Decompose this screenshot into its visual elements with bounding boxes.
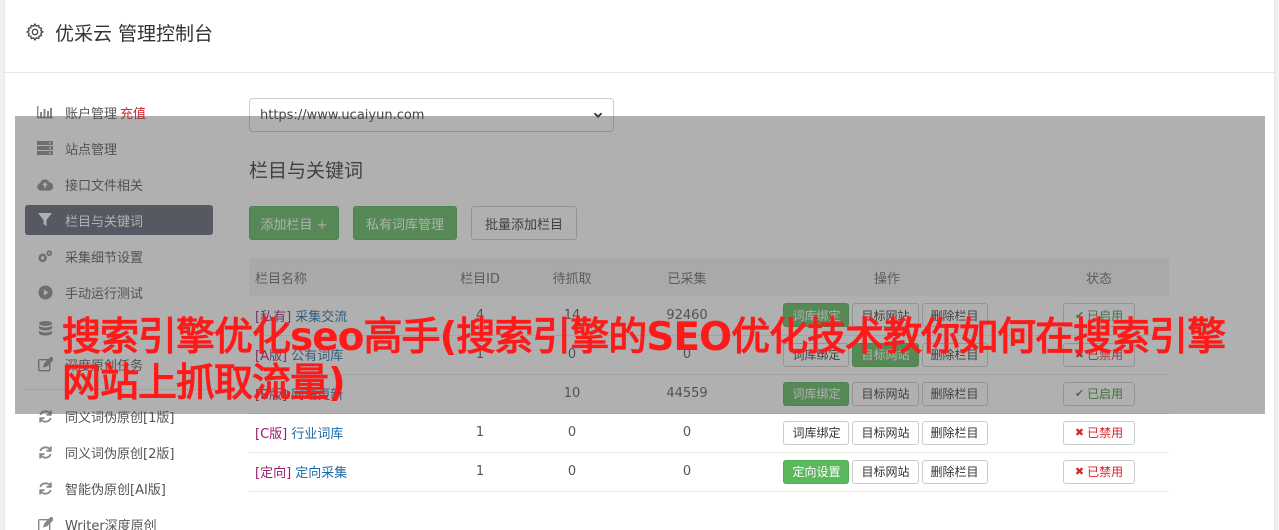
row-name[interactable]: 行业词库 [291, 427, 343, 442]
row-collected: 0 [629, 413, 745, 453]
row-action-button[interactable]: 定向设置 [783, 459, 850, 484]
status-badge[interactable]: ✖ 已禁用 [1063, 459, 1135, 484]
close-icon: ✖ [1074, 465, 1085, 478]
status-label: 已禁用 [1087, 426, 1124, 440]
page-title: 优采云 管理控制台 [55, 23, 214, 45]
row-status-cell: ✖ 已禁用 [1029, 413, 1169, 453]
row-action-button[interactable]: 删除栏目 [921, 459, 988, 484]
row-name-cell[interactable]: [C版] 行业词库 [249, 413, 445, 453]
row-action-button[interactable]: 目标网站 [852, 420, 919, 445]
row-status-cell: ✖ 已禁用 [1029, 452, 1169, 492]
status-badge[interactable]: ✖ 已禁用 [1063, 420, 1135, 445]
sidebar-item-ai-rewrite[interactable]: 智能伪原创[AI版] [25, 470, 215, 506]
gear-icon [25, 22, 45, 42]
refresh-icon [37, 444, 53, 460]
table-row: [定向] 定向采集 1 0 0 定向设置 目标网站 删除栏目 ✖ 已禁用 [249, 452, 1169, 492]
row-pending: 0 [515, 452, 629, 492]
row-pending: 0 [515, 413, 629, 453]
sidebar-item-label: Writer深度原创 [65, 518, 157, 530]
sidebar-item-label: 同义词伪原创[2版] [65, 446, 175, 462]
row-id: 1 [445, 413, 515, 453]
row-name[interactable]: 定向采集 [295, 466, 347, 481]
row-id: 1 [445, 452, 515, 492]
sidebar-item-writer[interactable]: Writer深度原创 [25, 506, 215, 530]
row-actions: 定向设置 目标网站 删除栏目 [745, 452, 1029, 492]
row-tag: [定向] [255, 466, 292, 481]
close-icon: ✖ [1074, 426, 1085, 439]
overlay-headline: 搜索引擎优化seo高手(搜索引擎的SEO优化技术教你如何在搜索引擎网站上抓取流量… [62, 315, 1226, 406]
row-action-button[interactable]: 删除栏目 [921, 420, 988, 445]
row-action-button[interactable]: 目标网站 [852, 459, 919, 484]
page-header: 优采云 管理控制台 [5, 0, 1274, 73]
status-label: 已禁用 [1087, 465, 1124, 479]
edit-icon [37, 516, 53, 530]
sidebar-item-synonym-v2[interactable]: 同义词伪原创[2版] [25, 434, 215, 470]
row-name-cell[interactable]: [定向] 定向采集 [249, 452, 445, 492]
table-row: [C版] 行业词库 1 0 0 词库绑定 目标网站 删除栏目 ✖ 已禁用 [249, 413, 1169, 453]
row-action-button[interactable]: 词库绑定 [783, 420, 850, 445]
row-tag: [C版] [255, 427, 288, 442]
refresh-icon [37, 480, 53, 496]
row-actions: 词库绑定 目标网站 删除栏目 [745, 413, 1029, 453]
row-collected: 0 [629, 452, 745, 492]
sidebar-item-label: 智能伪原创[AI版] [65, 482, 166, 498]
